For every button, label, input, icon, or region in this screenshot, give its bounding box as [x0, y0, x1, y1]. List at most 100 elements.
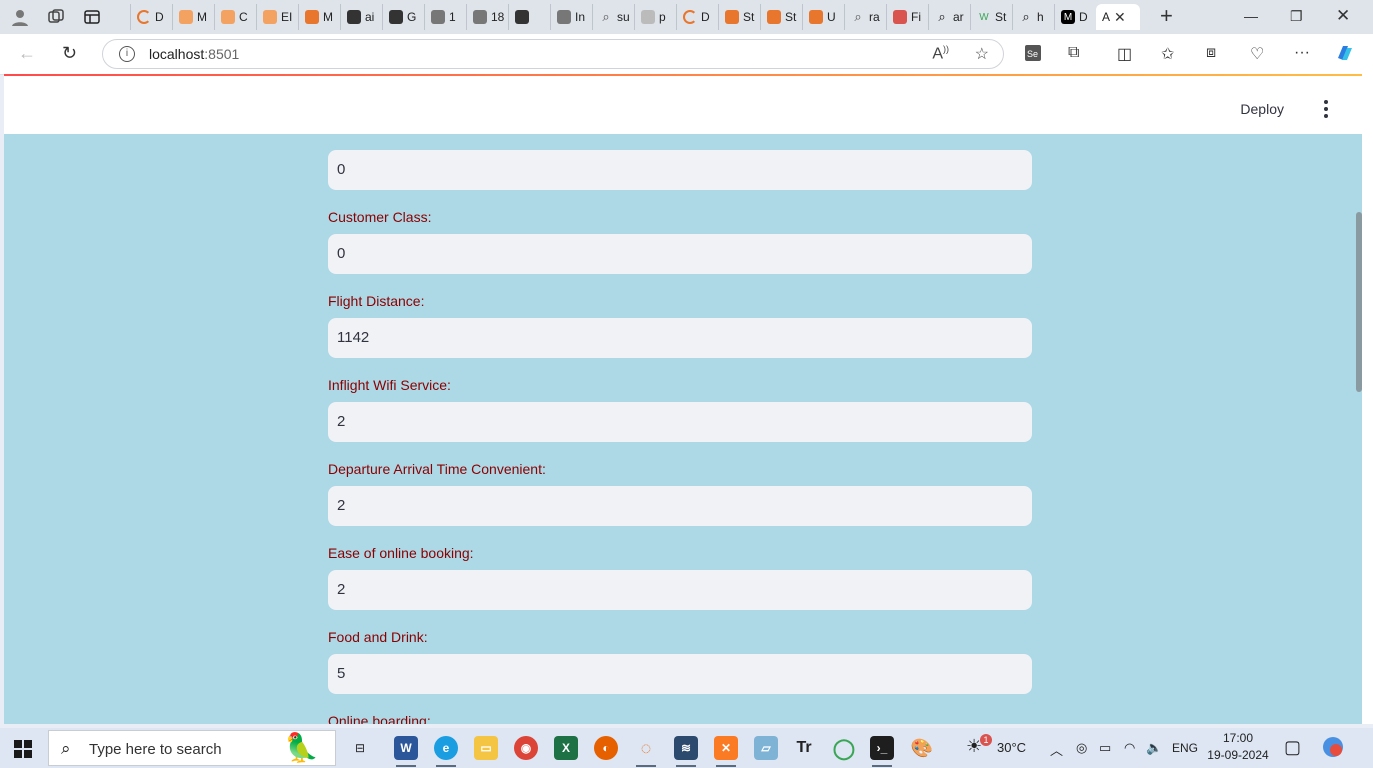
refresh-app-icon[interactable]: ◯: [832, 736, 856, 760]
browser-tab-label: ai: [365, 10, 375, 24]
field-input[interactable]: 0: [328, 234, 1032, 274]
main-menu-icon[interactable]: [1324, 100, 1328, 118]
clock[interactable]: 17:00 19-09-2024: [1207, 730, 1269, 764]
copilot-icon[interactable]: [1334, 42, 1356, 69]
url-text[interactable]: localhost:8501: [149, 46, 239, 62]
minimize-button[interactable]: —: [1244, 8, 1258, 24]
browser-tab[interactable]: C: [214, 4, 256, 30]
browser-tab[interactable]: ⌕ su: [592, 4, 634, 30]
favorite-star-icon[interactable]: ☆: [975, 44, 989, 64]
browser-tab[interactable]: ⌕ ar: [928, 4, 970, 30]
camera-icon[interactable]: ◎: [1076, 740, 1087, 756]
vscode-app-icon[interactable]: ≋: [674, 736, 698, 767]
browser-tab[interactable]: 1: [424, 4, 466, 30]
refresh-icon[interactable]: ↻: [62, 43, 77, 64]
github-icon: [347, 10, 361, 24]
search-icon: ⌕: [938, 9, 946, 24]
split-screen-icon[interactable]: ◫: [1117, 44, 1132, 64]
read-aloud-icon[interactable]: A)): [932, 44, 949, 63]
terminal-app-icon[interactable]: ›_: [870, 736, 894, 767]
field-input[interactable]: 0: [328, 150, 1032, 190]
workspaces-icon[interactable]: [44, 5, 68, 29]
collections-icon[interactable]: ⧈: [1206, 44, 1216, 62]
restore-button[interactable]: ❐: [1290, 8, 1303, 25]
field-input[interactable]: 1142: [328, 318, 1032, 358]
firefox-app-icon[interactable]: ◐: [594, 736, 618, 760]
back-arrow-icon[interactable]: ←: [18, 43, 36, 64]
more-menu-icon[interactable]: ···: [1294, 44, 1310, 62]
browser-tab-label: St: [785, 10, 797, 24]
copilot-taskbar-icon[interactable]: [1322, 736, 1344, 761]
windows-start-icon[interactable]: [14, 740, 32, 758]
browser-tab[interactable]: W St: [970, 4, 1012, 30]
close-window-button[interactable]: ✕: [1336, 6, 1350, 26]
paint-app-icon[interactable]: 🎨: [910, 736, 934, 760]
language-indicator[interactable]: ENG: [1172, 741, 1198, 755]
browser-tab[interactable]: ⌕ h: [1012, 4, 1054, 30]
browser-tab-label: M: [197, 10, 207, 24]
address-bar[interactable]: i localhost:8501 A)) ☆: [102, 39, 1004, 69]
browser-tab[interactable]: D: [676, 4, 718, 30]
browser-tab-label: EI: [281, 10, 293, 24]
taskbar-search-box[interactable]: ⌕ Type here to search 🦜: [48, 730, 336, 766]
weather-temp[interactable]: 30°C: [997, 740, 1026, 755]
number-input-field: Flight Distance: 1142: [328, 292, 1032, 358]
browser-tab[interactable]: D: [130, 4, 172, 30]
file-explorer-icon[interactable]: ▭: [474, 736, 498, 760]
site-info-icon[interactable]: i: [119, 46, 135, 62]
vertical-tabs-icon[interactable]: [80, 5, 104, 29]
browser-tab[interactable]: In: [550, 4, 592, 30]
task-view-icon[interactable]: ⊟: [348, 736, 372, 760]
search-icon: ⌕: [61, 739, 71, 758]
browser-tab[interactable]: G: [382, 4, 424, 30]
battery-icon[interactable]: ▭: [1099, 740, 1111, 756]
browser-tab[interactable]: ai: [340, 4, 382, 30]
number-input-field: Ease of online booking: 2: [328, 544, 1032, 610]
browser-tab[interactable]: M: [172, 4, 214, 30]
field-input[interactable]: 5: [328, 654, 1032, 694]
typora-app-icon[interactable]: Tr: [792, 736, 816, 760]
profile-icon[interactable]: [8, 5, 32, 29]
favorites-icon[interactable]: ✩: [1161, 44, 1174, 64]
extensions-puzzle-icon[interactable]: ⧉: [1068, 44, 1079, 62]
chevron-up-icon[interactable]: ︿: [1050, 740, 1063, 759]
browser-tab[interactable]: ⌕ ra: [844, 4, 886, 30]
jupyter-app-icon[interactable]: ◌: [634, 736, 658, 767]
field-input[interactable]: 2: [328, 486, 1032, 526]
browser-tab-label: su: [617, 10, 630, 24]
wifi-icon[interactable]: ◠: [1124, 740, 1135, 756]
browser-tab-label: St: [995, 10, 1007, 24]
browser-tab[interactable]: M: [298, 4, 340, 30]
browser-tab[interactable]: U: [802, 4, 844, 30]
weather-badge: 1: [980, 734, 992, 746]
url-port: :8501: [204, 46, 240, 62]
edge-app-icon[interactable]: e: [434, 736, 458, 767]
browser-tab[interactable]: Fi: [886, 4, 928, 30]
notes-app-icon[interactable]: ▱: [754, 736, 778, 760]
browser-essentials-icon[interactable]: ♡: [1250, 44, 1264, 64]
field-input[interactable]: 2: [328, 570, 1032, 610]
new-tab-button[interactable]: +: [1160, 5, 1173, 27]
notification-icon[interactable]: ▢: [1284, 737, 1301, 758]
extension-selenium-icon[interactable]: Se: [1024, 44, 1042, 67]
browser-tab[interactable]: 18: [466, 4, 508, 30]
excel-app-icon[interactable]: X: [554, 736, 578, 760]
word-app-icon[interactable]: W: [394, 736, 418, 767]
field-label: Online boarding:: [328, 713, 431, 724]
browser-tab[interactable]: [508, 4, 550, 30]
close-tab-icon[interactable]: ✕: [1114, 9, 1126, 26]
browser-tab[interactable]: A ✕: [1096, 4, 1140, 30]
chrome-app-icon[interactable]: ◉: [514, 736, 538, 760]
browser-tab-strip: D M C EI Mai G 1 18 In ⌕ su p D St St U ⌕ ra Fi ⌕ ar W St ⌕ h M D A…: [0, 0, 1373, 34]
browser-tab[interactable]: EI: [256, 4, 298, 30]
browser-tab[interactable]: p: [634, 4, 676, 30]
search-icon: ⌕: [602, 9, 610, 24]
field-label: Customer Class:: [328, 209, 432, 225]
deploy-button[interactable]: Deploy: [1240, 101, 1284, 117]
browser-tab[interactable]: St: [718, 4, 760, 30]
field-input[interactable]: 2: [328, 402, 1032, 442]
volume-icon[interactable]: 🔈: [1146, 740, 1162, 756]
xampp-app-icon[interactable]: ✕: [714, 736, 738, 767]
browser-tab[interactable]: MD: [1054, 4, 1096, 30]
browser-tab[interactable]: St: [760, 4, 802, 30]
